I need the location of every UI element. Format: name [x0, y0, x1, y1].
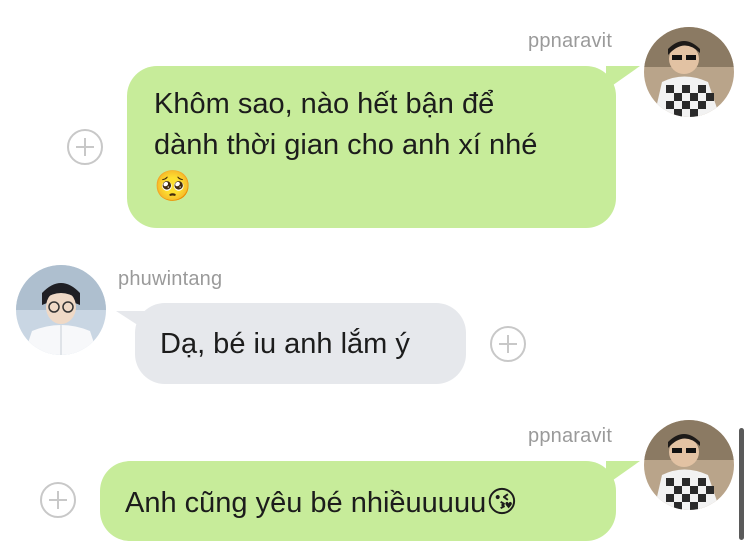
- avatar-phuwintang-icon[interactable]: [16, 265, 106, 355]
- avatar-ppnaravit-icon[interactable]: [644, 420, 734, 510]
- kissing-face-icon: 😘: [486, 485, 518, 520]
- add-reaction-button[interactable]: [490, 326, 526, 362]
- message-text-line: Khôm sao, nào hết bận để: [154, 88, 495, 120]
- sender-name: phuwintang: [118, 268, 223, 290]
- sender-name: ppnaravit: [528, 425, 613, 447]
- avatar-ppnaravit-icon[interactable]: [644, 27, 734, 117]
- sender-name: ppnaravit: [528, 30, 613, 52]
- message-bubble-incoming[interactable]: Dạ, bé iu anh lắm ý: [135, 303, 466, 384]
- message-bubble-outgoing[interactable]: Anh cũng yêu bé nhiềuuuuu😘: [100, 461, 616, 541]
- message-text: Dạ, bé iu anh lắm ý: [160, 328, 410, 360]
- message-bubble-outgoing[interactable]: Khôm sao, nào hết bận để dành thời gian …: [127, 66, 616, 228]
- message-text-line: dành thời gian cho anh xí nhé: [154, 129, 538, 162]
- message-text: Anh cũng yêu bé nhiềuuuuu: [125, 487, 487, 519]
- pleading-face-icon: 🥺: [154, 169, 192, 205]
- add-reaction-button[interactable]: [40, 482, 76, 518]
- scrollbar[interactable]: [739, 428, 744, 540]
- add-reaction-button[interactable]: [67, 129, 103, 165]
- chat-thread: ppnaravit Khôm sao, nào hết bận để dành …: [0, 0, 750, 547]
